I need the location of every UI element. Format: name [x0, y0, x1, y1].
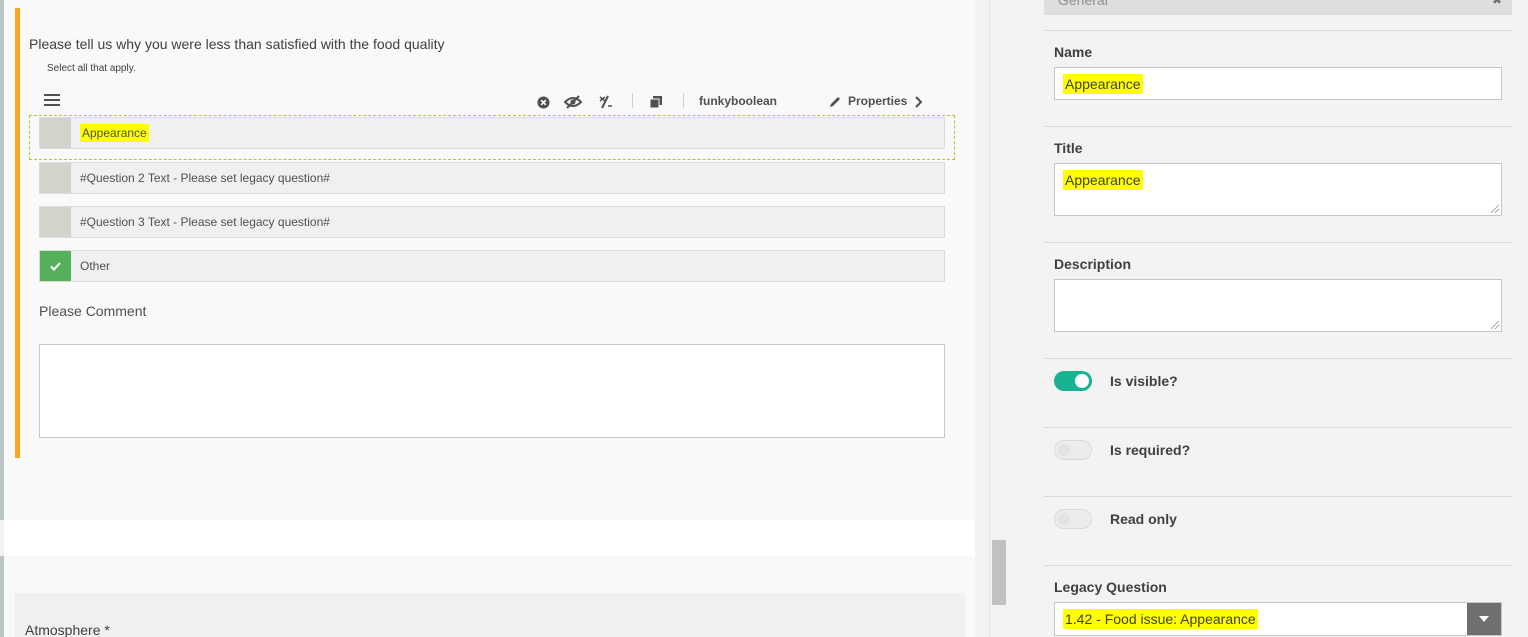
selected-question-indicator	[15, 8, 20, 458]
drag-menu-icon[interactable]	[44, 94, 60, 108]
selected-item-frame	[29, 115, 955, 160]
properties-link[interactable]: Properties	[848, 94, 907, 108]
checkbox[interactable]	[40, 207, 71, 237]
description-textarea[interactable]	[1054, 279, 1502, 332]
question-description[interactable]: Select all that apply.	[47, 63, 136, 74]
chevron-right-icon[interactable]	[910, 92, 928, 112]
is-visible-toggle[interactable]	[1054, 371, 1092, 391]
is-visible-property: Is visible?	[1044, 358, 1512, 412]
name-property: Name Appearance	[1044, 30, 1512, 126]
next-question-title[interactable]: Atmosphere *	[25, 622, 110, 637]
description-label: Description	[1054, 256, 1132, 272]
next-question-title-box[interactable]	[15, 593, 965, 637]
choice-item[interactable]: #Question 2 Text - Please set legacy que…	[39, 162, 945, 194]
legacy-question-property: Legacy Question 1.42 - Food issue: Appea…	[1044, 565, 1512, 637]
choice-item[interactable]: Other	[39, 250, 945, 282]
read-only-label[interactable]: Read only	[1110, 511, 1177, 527]
property-panel: General ✖ Name Appearance Title Appearan…	[1044, 0, 1512, 637]
choice-label[interactable]: Other	[80, 259, 110, 273]
checkbox-checked[interactable]	[40, 251, 71, 281]
toolbar-separator	[683, 93, 684, 108]
visibility-off-icon[interactable]	[564, 92, 582, 112]
item-toolbar: funkyboolean Properties	[44, 92, 934, 112]
is-visible-label[interactable]: Is visible?	[1110, 373, 1178, 389]
pencil-icon[interactable]	[826, 92, 844, 112]
question-type-label[interactable]: funkyboolean	[699, 94, 777, 108]
is-required-toggle[interactable]	[1054, 440, 1092, 460]
read-only-toggle[interactable]	[1054, 509, 1092, 529]
survey-editor: Please tell us why you were less than sa…	[0, 0, 1528, 637]
checkbox[interactable]	[40, 163, 71, 193]
scrollbar-thumb[interactable]	[992, 540, 1006, 605]
collapse-icon[interactable]: ✖	[1492, 0, 1502, 7]
toolbar-separator	[632, 93, 633, 108]
title-property: Title Appearance	[1044, 126, 1512, 242]
section-title: General	[1058, 0, 1108, 8]
is-required-label[interactable]: Is required?	[1110, 442, 1190, 458]
resize-grip-icon[interactable]	[1491, 205, 1499, 213]
delete-icon[interactable]	[534, 92, 552, 112]
chevron-down-icon[interactable]	[1467, 603, 1501, 635]
panel-divider	[989, 0, 990, 637]
required-off-icon[interactable]	[596, 92, 614, 112]
question-gap	[4, 520, 975, 556]
choice-item[interactable]: #Question 3 Text - Please set legacy que…	[39, 206, 945, 238]
resize-grip-icon[interactable]	[1491, 321, 1499, 329]
comment-label: Please Comment	[39, 303, 147, 319]
description-property: Description	[1044, 242, 1512, 358]
question-title[interactable]: Please tell us why you were less than sa…	[29, 36, 445, 52]
name-label: Name	[1054, 44, 1093, 60]
choice-label[interactable]: #Question 3 Text - Please set legacy que…	[80, 215, 330, 229]
is-required-property: Is required?	[1044, 427, 1512, 481]
choice-label[interactable]: #Question 2 Text - Please set legacy que…	[80, 171, 330, 185]
legacy-question-select[interactable]: 1.42 - Food issue: Appearance	[1054, 602, 1502, 636]
copy-icon[interactable]	[647, 92, 665, 112]
read-only-property: Read only	[1044, 496, 1512, 550]
name-input[interactable]: Appearance	[1054, 67, 1502, 100]
check-icon	[50, 261, 61, 271]
title-label: Title	[1054, 140, 1083, 156]
comment-textarea[interactable]	[39, 344, 945, 438]
legacy-question-label: Legacy Question	[1054, 579, 1167, 595]
scroll-track[interactable]	[975, 0, 990, 637]
general-section-header[interactable]: General ✖	[1044, 0, 1512, 15]
title-textarea[interactable]: Appearance	[1054, 163, 1502, 216]
